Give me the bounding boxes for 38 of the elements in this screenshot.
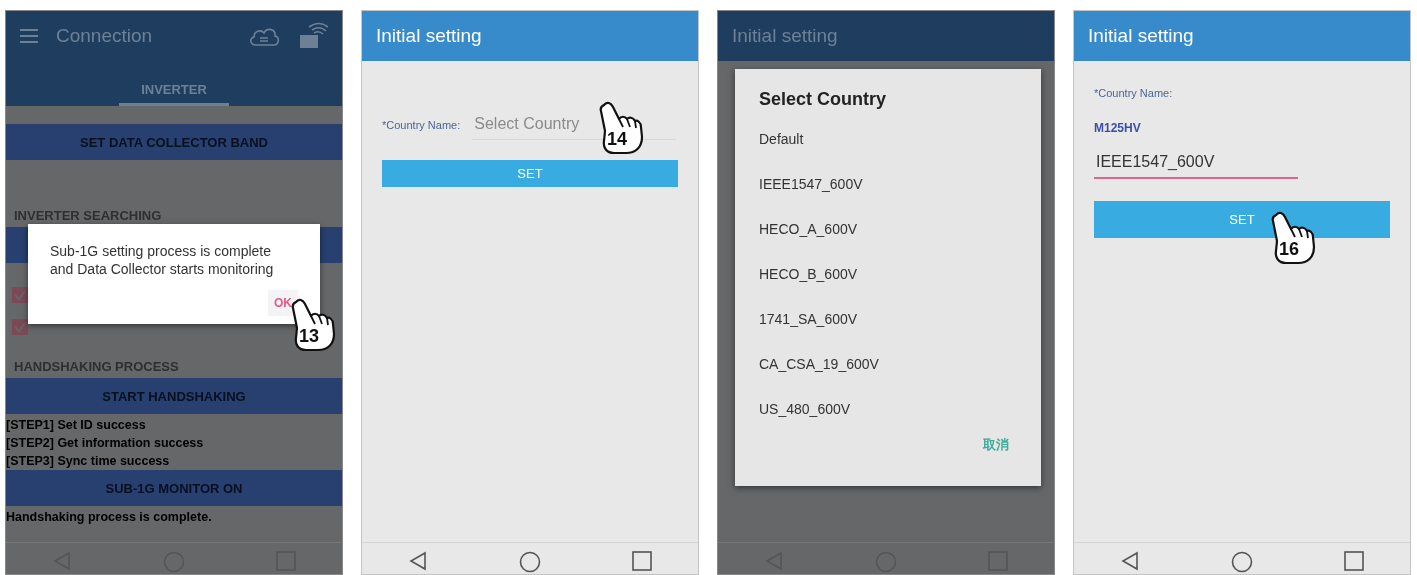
field-label: *Country Name: <box>1094 87 1174 99</box>
country-option[interactable]: HECO_B_600V <box>759 251 1017 296</box>
country-option[interactable]: Default <box>759 116 1017 161</box>
step-number: 13 <box>299 326 320 346</box>
home-icon[interactable] <box>519 551 541 573</box>
hand-pointer-icon <box>598 101 644 155</box>
checkbox[interactable] <box>12 319 28 335</box>
screen-title: Connection <box>56 25 153 47</box>
recent-apps-icon[interactable] <box>632 551 653 571</box>
back-icon[interactable] <box>407 551 428 571</box>
menu-icon[interactable] <box>20 29 38 43</box>
cloud-icon[interactable] <box>248 26 280 46</box>
back-icon[interactable] <box>1119 551 1140 571</box>
country-option[interactable]: IEEE1547_600V <box>759 161 1017 206</box>
country-option[interactable]: US_480_600V <box>759 386 1017 431</box>
step-number: 16 <box>1279 239 1300 259</box>
country-option[interactable]: HECO_A_600V <box>759 206 1017 251</box>
log-line: Handshaking process is complete. <box>6 509 213 526</box>
log-line: [STEP3] Sync time success <box>6 453 171 470</box>
model-name: M125HV <box>1094 121 1142 135</box>
section-heading: HANDSHAKING PROCESS <box>14 359 180 374</box>
country-option[interactable]: CA_CSA_19_600V <box>759 341 1017 386</box>
screen-title: Initial setting <box>732 25 838 47</box>
country-field[interactable]: IEEE1547_600V <box>1094 147 1298 179</box>
screen-title: Initial setting <box>1088 25 1194 47</box>
checkbox[interactable] <box>12 287 28 303</box>
country-option[interactable]: 1741_SA_600V <box>759 296 1017 341</box>
field-label: *Country Name: <box>382 118 461 131</box>
log-line: [STEP2] Get information success <box>6 435 205 452</box>
screen-title: Initial setting <box>376 25 482 47</box>
home-icon[interactable] <box>1231 551 1253 573</box>
dialog-message: Sub-1G setting process is complete and Data Collector starts monitoring <box>50 242 275 278</box>
section-heading: INVERTER SEARCHING <box>14 208 163 223</box>
wifi-device-icon[interactable] <box>298 22 328 50</box>
log-line: [STEP1] Set ID success <box>6 417 147 434</box>
recent-apps-icon[interactable] <box>1344 551 1365 571</box>
dialog-title: Select Country <box>759 89 888 110</box>
hand-pointer-icon <box>1270 211 1316 265</box>
